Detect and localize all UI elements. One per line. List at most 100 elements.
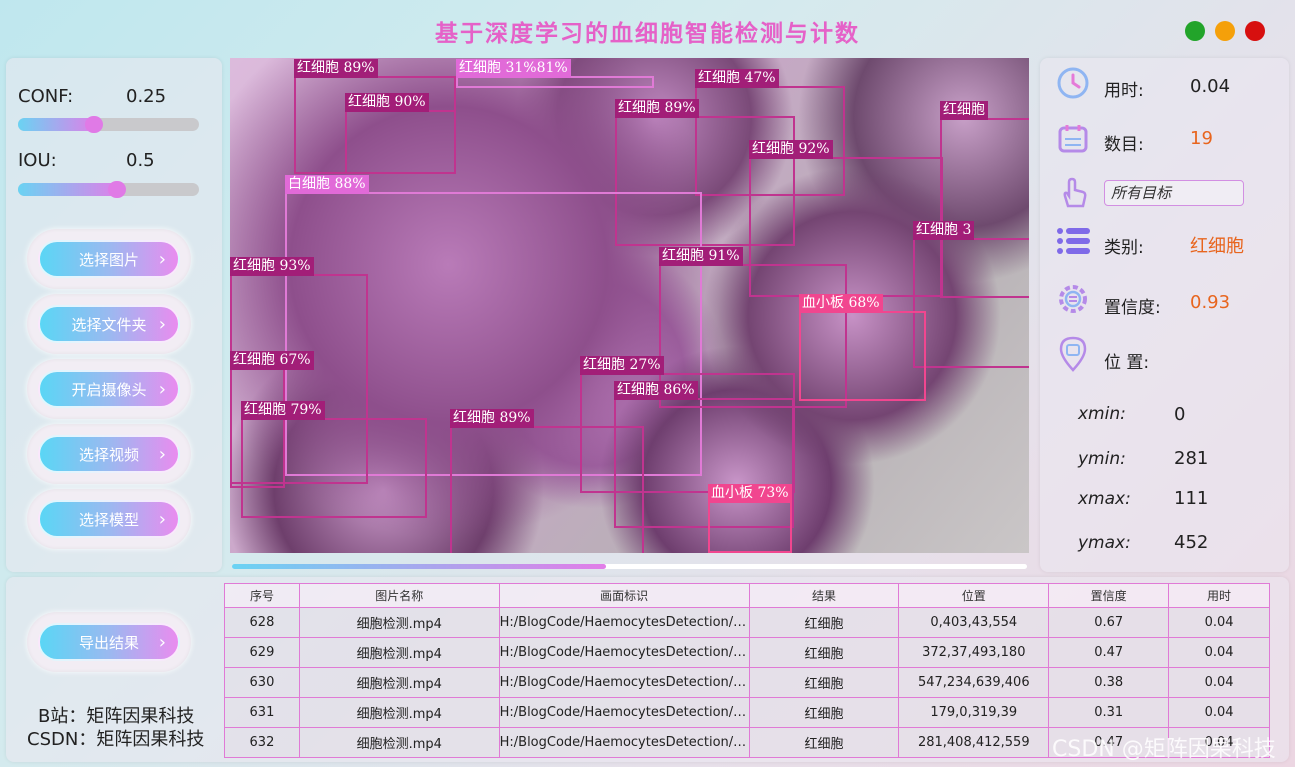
video-progress-fill bbox=[232, 564, 606, 569]
calendar-icon bbox=[1055, 120, 1091, 156]
detection-label: 红细胞 89% bbox=[450, 409, 534, 428]
select-folder-button[interactable]: 选择文件夹 › bbox=[27, 294, 191, 354]
header-confidence[interactable]: 置信度 bbox=[1048, 583, 1170, 608]
detection-label: 红细胞 31%81% bbox=[456, 59, 571, 78]
table-header-row: 序号 图片名称 画面标识 结果 位置 置信度 用时 bbox=[224, 583, 1270, 608]
cell-position: 547,234,639,406 bbox=[898, 667, 1050, 698]
detection-label: 白细胞 88% bbox=[285, 175, 369, 194]
chevron-right-icon: › bbox=[158, 509, 166, 530]
conf-slider-handle[interactable] bbox=[85, 116, 103, 133]
select-image-label: 选择图片 bbox=[78, 250, 139, 269]
chevron-right-icon: › bbox=[158, 314, 166, 335]
cell-position: 281,408,412,559 bbox=[898, 727, 1050, 758]
csdn-credit: CSDN：矩阵因果科技 bbox=[27, 729, 205, 750]
header-position[interactable]: 位置 bbox=[898, 583, 1050, 608]
export-results-label: 导出结果 bbox=[78, 633, 139, 652]
location-icon bbox=[1055, 336, 1091, 372]
list-icon bbox=[1055, 223, 1091, 259]
cell-result: 红细胞 bbox=[748, 667, 900, 698]
cell-index: 629 bbox=[224, 637, 300, 668]
header-result[interactable]: 结果 bbox=[748, 583, 900, 608]
detection-label: 红细胞 47% bbox=[695, 69, 779, 88]
select-model-label: 选择模型 bbox=[78, 510, 139, 529]
cell-frame-id: H:/BlogCode/HaemocytesDetection/t... bbox=[498, 667, 750, 698]
xmax-label: xmax: bbox=[1078, 489, 1131, 509]
table-row[interactable]: 629 细胞检测.mp4 H:/BlogCode/HaemocytesDetecti… bbox=[224, 637, 1270, 668]
position-label: 位 置: bbox=[1104, 353, 1150, 373]
detection-label: 红细胞 3 bbox=[913, 221, 975, 240]
maximize-button[interactable] bbox=[1215, 21, 1235, 41]
header-time[interactable]: 用时 bbox=[1168, 583, 1270, 608]
conf-value: 0.25 bbox=[126, 86, 167, 107]
detection-label: 红细胞 90% bbox=[345, 93, 429, 112]
detection-box: 红细胞 31%81% bbox=[456, 59, 654, 88]
export-results-button[interactable]: 导出结果 › bbox=[27, 612, 191, 672]
iou-slider-fill bbox=[18, 183, 121, 196]
detection-label: 红细胞 bbox=[940, 101, 988, 120]
cell-position: 0,403,43,554 bbox=[898, 607, 1050, 638]
clock-icon bbox=[1055, 65, 1091, 101]
xmin-label: xmin: bbox=[1078, 404, 1126, 424]
detection-label: 红细胞 92% bbox=[749, 140, 833, 159]
cell-confidence: 0.38 bbox=[1048, 667, 1170, 698]
iou-label: IOU: bbox=[18, 150, 57, 171]
xmax-value: 111 bbox=[1174, 488, 1209, 509]
class-label: 类别: bbox=[1104, 238, 1144, 258]
table-row[interactable]: 628 细胞检测.mp4 H:/BlogCode/HaemocytesDetecti… bbox=[224, 607, 1270, 638]
detection-label: 红细胞 91% bbox=[659, 247, 743, 266]
cell-time: 0.04 bbox=[1168, 607, 1270, 638]
detection-label: 红细胞 89% bbox=[615, 99, 699, 118]
target-select[interactable]: 所有目标 bbox=[1104, 180, 1244, 206]
cell-result: 红细胞 bbox=[748, 697, 900, 728]
cell-image-name: 细胞检测.mp4 bbox=[298, 697, 500, 728]
video-progress-bar[interactable] bbox=[232, 564, 1027, 569]
minimize-button[interactable] bbox=[1185, 21, 1205, 41]
detection-label: 红细胞 89% bbox=[294, 59, 378, 78]
detection-box: 红细胞 90% bbox=[345, 93, 456, 174]
cell-index: 632 bbox=[224, 727, 300, 758]
detection-label: 红细胞 86% bbox=[614, 381, 698, 400]
iou-slider[interactable] bbox=[18, 181, 199, 198]
conf-label: CONF: bbox=[18, 86, 74, 107]
cell-image-name: 细胞检测.mp4 bbox=[298, 607, 500, 638]
header-index[interactable]: 序号 bbox=[224, 583, 300, 608]
cell-result: 红细胞 bbox=[748, 607, 900, 638]
table-row[interactable]: 630 细胞检测.mp4 H:/BlogCode/HaemocytesDetecti… bbox=[224, 667, 1270, 698]
detection-label: 红细胞 93% bbox=[230, 257, 314, 276]
cell-frame-id: H:/BlogCode/HaemocytesDetection/t... bbox=[498, 727, 750, 758]
cell-confidence: 0.67 bbox=[1048, 607, 1170, 638]
cell-time: 0.04 bbox=[1168, 667, 1270, 698]
count-value: 19 bbox=[1190, 128, 1213, 149]
watermark: CSDN @矩阵因果科技 bbox=[1052, 737, 1276, 762]
conf-slider[interactable] bbox=[18, 116, 199, 133]
select-image-button[interactable]: 选择图片 › bbox=[27, 229, 191, 289]
header-frame-id[interactable]: 画面标识 bbox=[498, 583, 750, 608]
header-image-name[interactable]: 图片名称 bbox=[298, 583, 500, 608]
gear-icon bbox=[1055, 281, 1091, 317]
detection-image: 红细胞 89% 红细胞 31%81% 红细胞 47% 红细胞 90% 红细胞 8… bbox=[230, 58, 1029, 553]
chevron-right-icon: › bbox=[158, 379, 166, 400]
iou-slider-handle[interactable] bbox=[108, 181, 126, 198]
detection-box: 血小板 68% bbox=[799, 294, 926, 401]
table-row[interactable]: 631 细胞检测.mp4 H:/BlogCode/HaemocytesDetecti… bbox=[224, 697, 1270, 728]
detection-label: 血小板 68% bbox=[799, 294, 883, 313]
detection-label: 红细胞 27% bbox=[580, 356, 664, 375]
detection-box: 红细胞 79% bbox=[241, 401, 427, 518]
cell-index: 628 bbox=[224, 607, 300, 638]
cell-frame-id: H:/BlogCode/HaemocytesDetection/t... bbox=[498, 697, 750, 728]
cell-confidence: 0.31 bbox=[1048, 697, 1170, 728]
confidence-label: 置信度: bbox=[1104, 298, 1161, 318]
cell-index: 630 bbox=[224, 667, 300, 698]
cell-time: 0.04 bbox=[1168, 637, 1270, 668]
open-camera-button[interactable]: 开启摄像头 › bbox=[27, 359, 191, 419]
cell-time: 0.04 bbox=[1168, 697, 1270, 728]
detection-label: 红细胞 79% bbox=[241, 401, 325, 420]
detection-box: 红细胞 3 bbox=[913, 221, 1029, 368]
select-video-button[interactable]: 选择视频 › bbox=[27, 424, 191, 484]
cell-position: 179,0,319,39 bbox=[898, 697, 1050, 728]
close-button[interactable] bbox=[1245, 21, 1265, 41]
ymax-value: 452 bbox=[1174, 532, 1209, 553]
select-model-button[interactable]: 选择模型 › bbox=[27, 489, 191, 549]
time-label: 用时: bbox=[1104, 81, 1144, 101]
cell-index: 631 bbox=[224, 697, 300, 728]
